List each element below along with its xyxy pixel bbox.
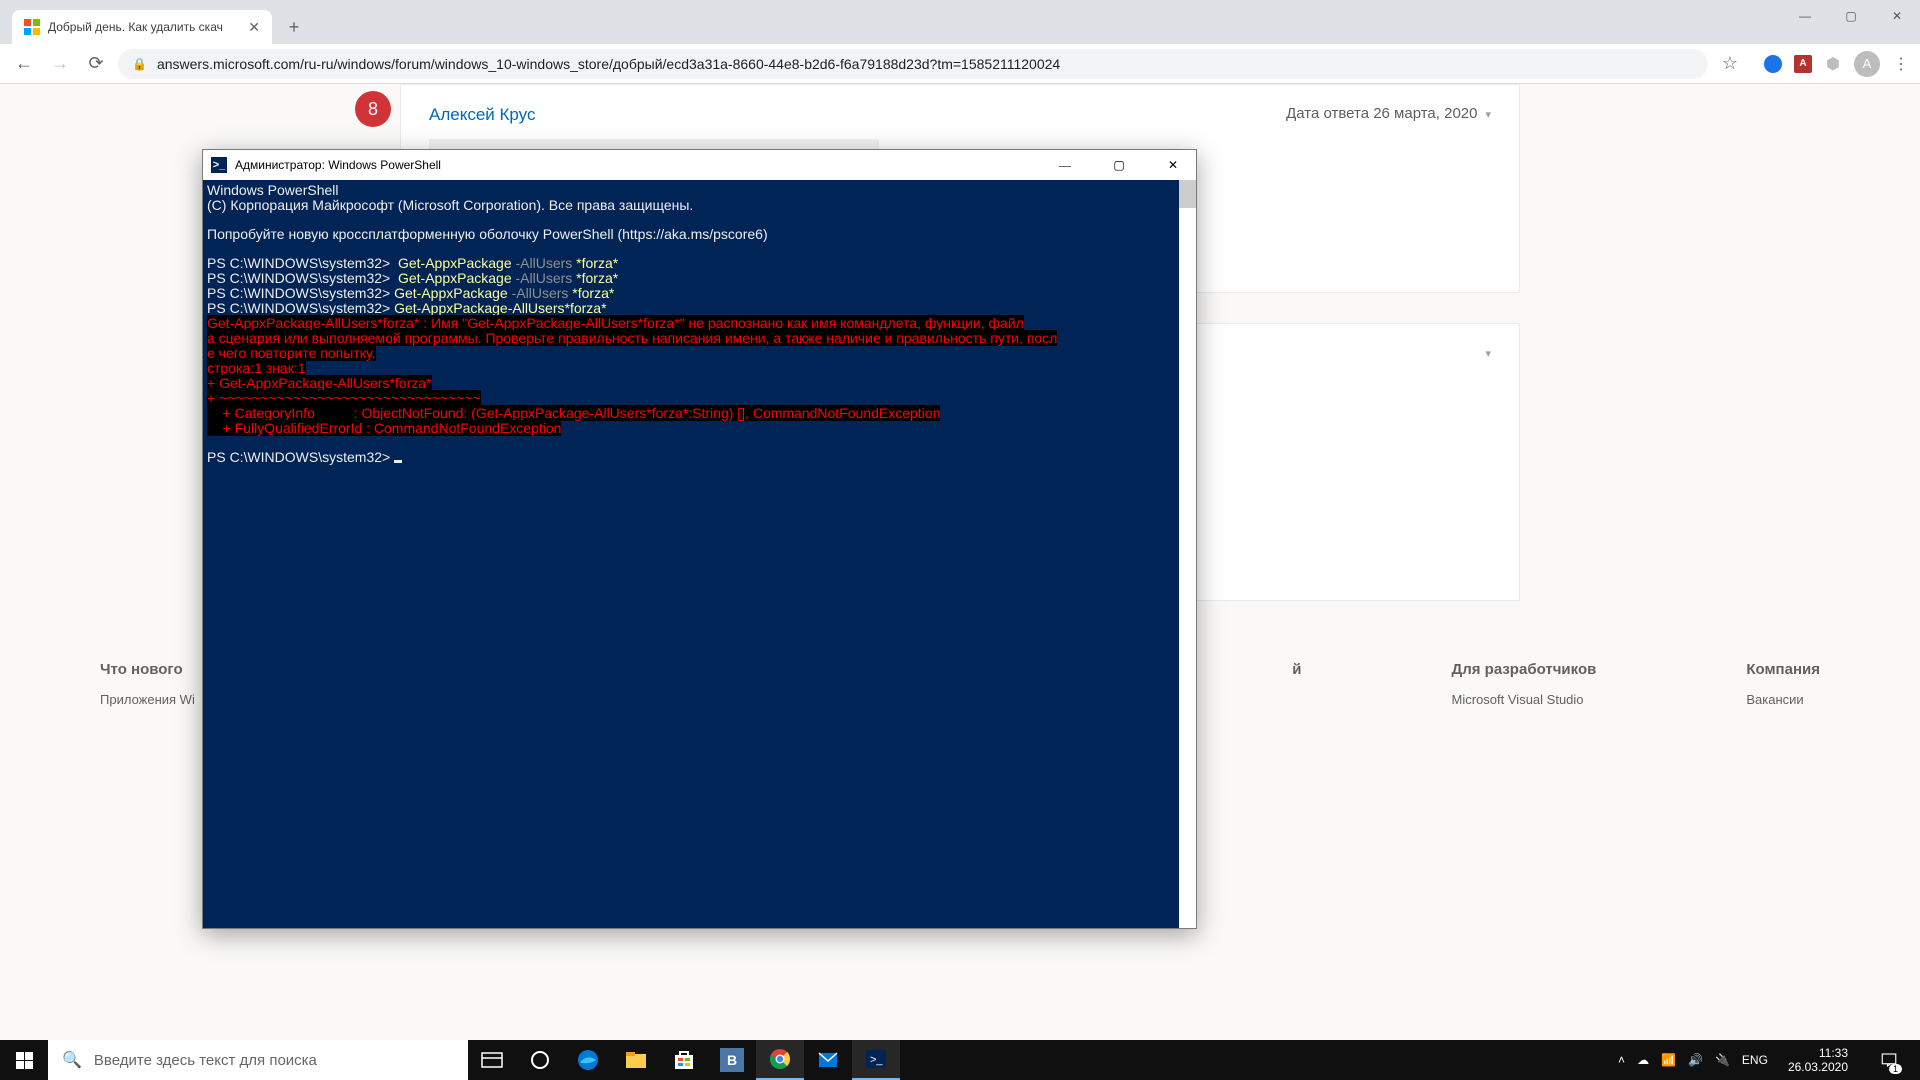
footer-link[interactable]: Вакансии [1746,692,1820,707]
search-icon: 🔍 [62,1050,82,1070]
battery-icon[interactable]: 🔌 [1715,1053,1730,1067]
tab-title: Добрый день. Как удалить скач [48,20,240,34]
microsoft-logo-icon [24,19,40,35]
svg-text:>_: >_ [870,1054,883,1066]
svg-text:B: B [727,1052,737,1068]
language-indicator[interactable]: ENG [1742,1053,1768,1067]
post-date[interactable]: ▾ [1477,344,1491,361]
volume-icon[interactable]: 🔊 [1688,1053,1703,1067]
author-link[interactable]: Алексей Крус [429,105,536,125]
scrollbar[interactable] [1179,180,1196,928]
shield-icon[interactable]: ⬢ [1824,55,1842,73]
cortana-button[interactable] [516,1040,564,1080]
powershell-title-text: Администратор: Windows PowerShell [235,158,441,172]
start-button[interactable] [0,1040,48,1080]
footer-heading: Для разработчиков [1452,661,1597,678]
taskbar-search[interactable]: 🔍 Введите здесь текст для поиска [48,1040,468,1080]
task-view-button[interactable] [468,1040,516,1080]
window-minimize[interactable]: ― [1782,0,1828,32]
edge-icon[interactable] [564,1040,612,1080]
new-tab-button[interactable]: + [280,13,308,41]
star-icon[interactable]: ☆ [1716,50,1744,78]
window-close[interactable]: ✕ [1874,0,1920,32]
chrome-icon[interactable] [756,1040,804,1080]
cursor [394,460,402,463]
network-icon[interactable]: 📶 [1661,1053,1676,1067]
footer-heading: Что нового [100,661,195,678]
vk-icon[interactable]: B [708,1040,756,1080]
ublock-icon[interactable] [1764,55,1782,73]
powershell-window[interactable]: >_ Администратор: Windows PowerShell ― ▢… [202,149,1197,929]
powershell-icon: >_ [211,157,227,173]
chrome-menu-icon[interactable]: ⋮ [1892,55,1910,73]
taskbar: 🔍 Введите здесь текст для поиска B >_ ˄ … [0,1040,1920,1080]
footer-link[interactable]: Microsoft Visual Studio [1452,692,1597,707]
browser-tab[interactable]: Добрый день. Как удалить скач ✕ [12,10,272,44]
powershell-taskbar-icon[interactable]: >_ [852,1040,900,1080]
forward-button[interactable]: → [46,50,74,78]
footer-heading: Компания [1746,661,1820,678]
system-tray: ˄ ☁ 📶 🔊 🔌 ENG 11:33 26.03.2020 1 [1608,1040,1920,1080]
tab-strip: Добрый день. Как удалить скач ✕ + [0,0,1920,44]
reload-button[interactable]: ⟳ [82,50,110,78]
post-date[interactable]: Дата ответа 26 марта, 2020▾ [1286,105,1491,122]
page-content: 8 Алексей Крус Дата ответа 26 марта, 202… [0,84,1920,1080]
profile-avatar[interactable]: A [1854,51,1880,77]
ps-close[interactable]: ✕ [1150,150,1196,180]
tray-chevron-icon[interactable]: ˄ [1618,1053,1625,1067]
address-bar: ← → ⟳ 🔒 answers.microsoft.com/ru-ru/wind… [0,44,1920,84]
store-icon[interactable] [660,1040,708,1080]
footer-link[interactable]: Приложения Wi [100,692,195,707]
footer-heading: й [1292,661,1301,678]
powershell-titlebar[interactable]: >_ Администратор: Windows PowerShell ― ▢… [203,150,1196,180]
onedrive-icon[interactable]: ☁ [1637,1053,1649,1067]
clock[interactable]: 11:33 26.03.2020 [1780,1046,1856,1075]
lock-icon: 🔒 [132,57,147,71]
file-explorer-icon[interactable] [612,1040,660,1080]
action-center-icon[interactable]: 1 [1868,1040,1910,1080]
mail-icon[interactable] [804,1040,852,1080]
extension-icons: A ⬢ A ⋮ [1764,51,1910,77]
omnibox[interactable]: 🔒 answers.microsoft.com/ru-ru/windows/fo… [118,49,1708,79]
window-maximize[interactable]: ▢ [1828,0,1874,32]
close-tab-icon[interactable]: ✕ [248,19,260,36]
ps-maximize[interactable]: ▢ [1096,150,1142,180]
scrollbar-thumb[interactable] [1179,180,1196,208]
url-text: answers.microsoft.com/ru-ru/windows/foru… [157,56,1060,72]
powershell-body[interactable]: Windows PowerShell (C) Корпорация Майкро… [203,180,1196,928]
chevron-down-icon: ▾ [1485,109,1491,121]
adobe-pdf-icon[interactable]: A [1794,55,1812,73]
search-placeholder: Введите здесь текст для поиска [94,1052,317,1069]
notification-badge: 1 [1889,1064,1902,1074]
back-button[interactable]: ← [10,50,38,78]
chevron-down-icon: ▾ [1485,348,1491,360]
console-output: Windows PowerShell (C) Корпорация Майкро… [203,180,1196,468]
ps-minimize[interactable]: ― [1042,150,1088,180]
author-avatar[interactable]: 8 [355,91,391,127]
